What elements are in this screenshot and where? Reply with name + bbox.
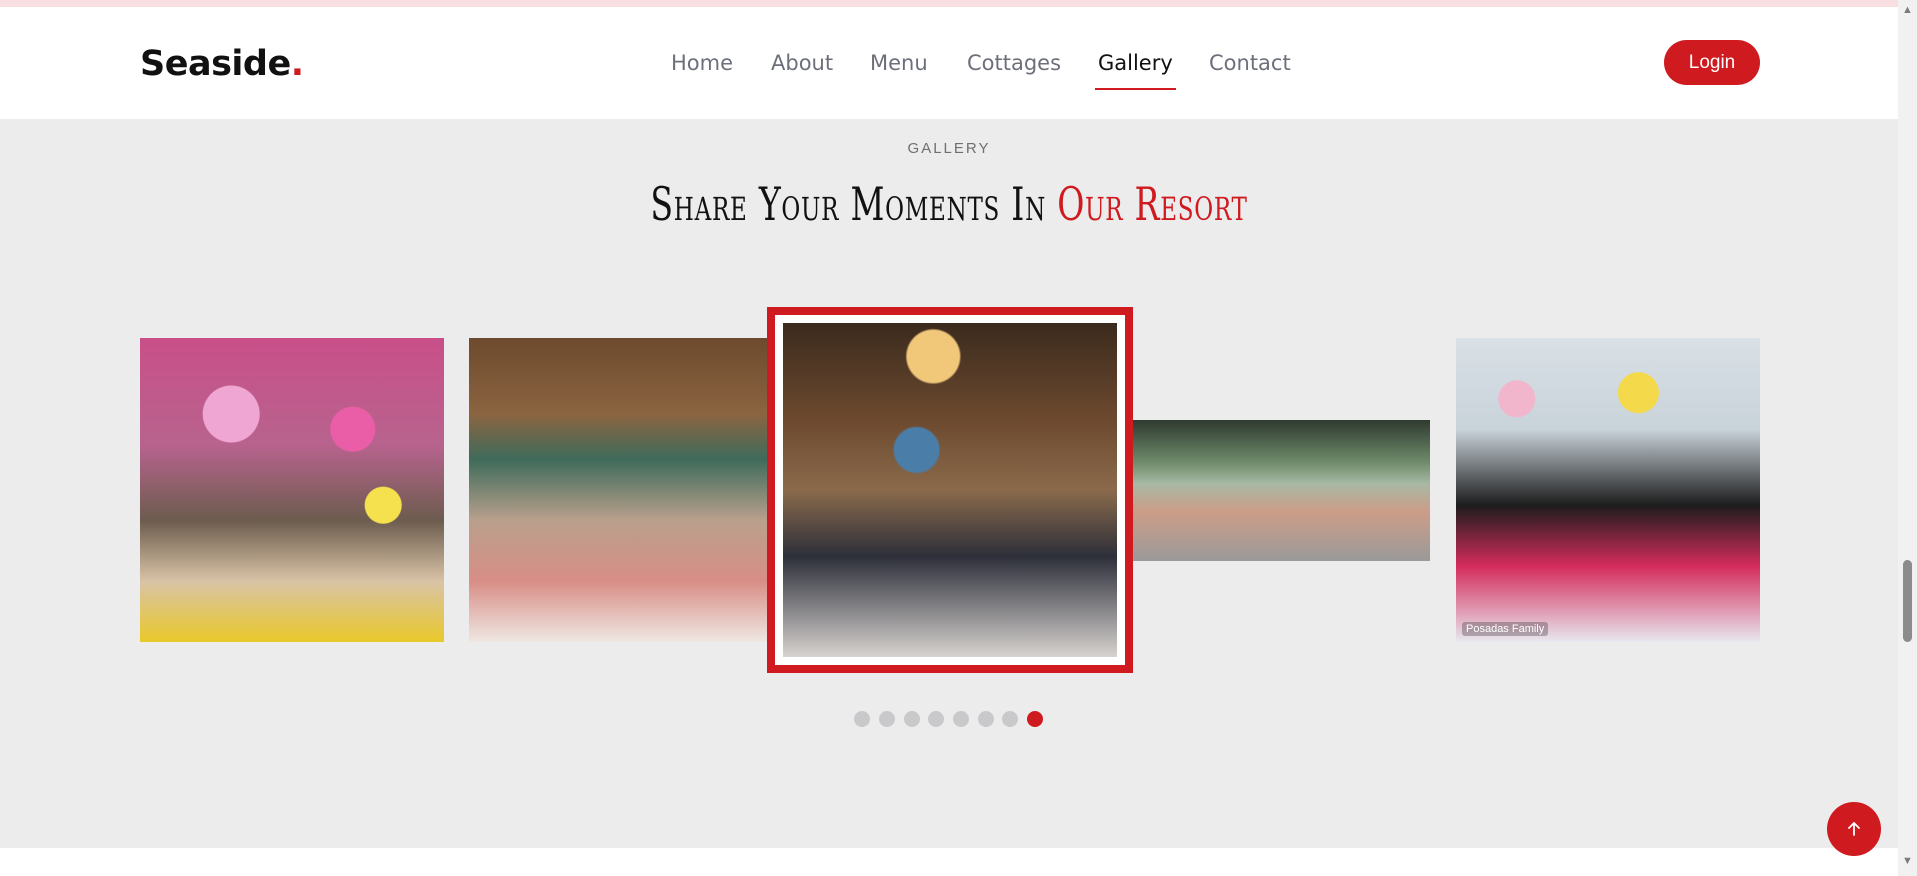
slider-dot-6[interactable] bbox=[978, 711, 994, 727]
slider-dot-1[interactable] bbox=[854, 711, 870, 727]
slider-dot-7[interactable] bbox=[1002, 711, 1018, 727]
scrollbar-thumb[interactable] bbox=[1903, 560, 1912, 642]
gallery-photo-4[interactable] bbox=[1133, 420, 1430, 561]
login-button[interactable]: Login bbox=[1664, 40, 1760, 85]
nav-gallery[interactable]: Gallery bbox=[1095, 51, 1176, 90]
main-nav: Home About Menu Cottages Gallery Contact bbox=[0, 51, 1898, 90]
site-header: Seaside. Home About Menu Cottages Galler… bbox=[0, 7, 1898, 119]
scroll-up-icon[interactable]: ▲ bbox=[1898, 4, 1917, 21]
gallery-photo-5[interactable]: Posadas Family bbox=[1456, 338, 1760, 642]
slider-dot-2[interactable] bbox=[879, 711, 895, 727]
section-eyebrow: GALLERY bbox=[907, 140, 991, 157]
back-to-top-button[interactable] bbox=[1827, 802, 1881, 856]
nav-about[interactable]: About bbox=[771, 51, 833, 75]
slider-dot-4[interactable] bbox=[928, 711, 944, 727]
nav-cottages[interactable]: Cottages bbox=[967, 51, 1061, 75]
gallery-photo-3-active[interactable] bbox=[767, 307, 1133, 673]
page-bottom-area bbox=[0, 848, 1898, 876]
arrow-up-icon bbox=[1848, 822, 1860, 836]
gallery-photo-1[interactable] bbox=[140, 338, 444, 642]
top-strip bbox=[0, 0, 1898, 7]
slider-pagination bbox=[854, 711, 1054, 729]
nav-home[interactable]: Home bbox=[671, 51, 733, 75]
slider-dot-8-active[interactable] bbox=[1027, 711, 1043, 727]
section-title: Share Your Moments In Our Resort bbox=[266, 177, 1633, 231]
title-main: Share Your Moments In bbox=[650, 177, 1058, 231]
photo-caption: Posadas Family bbox=[1462, 622, 1549, 636]
gallery-photo-2[interactable] bbox=[469, 338, 773, 642]
nav-contact[interactable]: Contact bbox=[1209, 51, 1291, 75]
title-accent: Our Resort bbox=[1057, 177, 1248, 231]
nav-menu[interactable]: Menu bbox=[870, 51, 928, 75]
scroll-down-icon[interactable]: ▼ bbox=[1898, 855, 1917, 872]
gallery-photo-3 bbox=[783, 323, 1117, 657]
slider-dot-5[interactable] bbox=[953, 711, 969, 727]
page-scrollbar[interactable]: ▲ ▼ bbox=[1898, 0, 1917, 876]
slider-dot-3[interactable] bbox=[904, 711, 920, 727]
